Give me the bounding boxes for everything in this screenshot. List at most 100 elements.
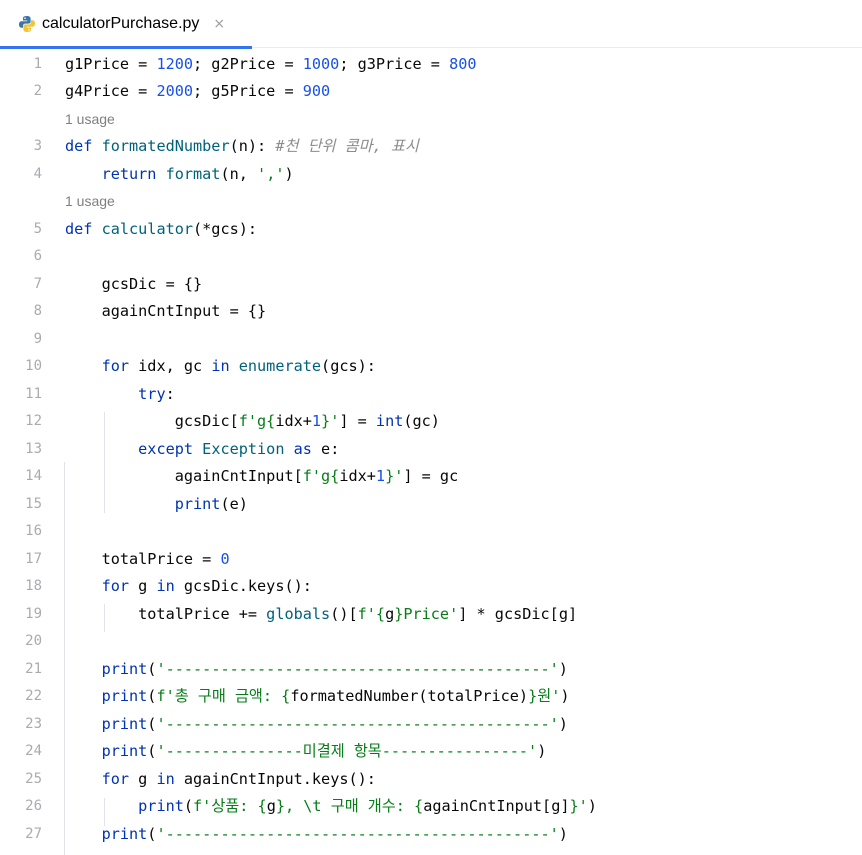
usage-inlay-hint[interactable]: 1 usage — [0, 188, 862, 216]
code-text: for idx, gc in enumerate(gcs): — [65, 353, 376, 381]
code-line[interactable]: 19 totalPrice += globals()[f'{g}Price'] … — [0, 601, 862, 629]
code-token: globals — [266, 604, 331, 623]
code-token: ) — [560, 687, 570, 705]
code-line[interactable]: 9 — [0, 326, 862, 354]
code-text: for g in againCntInput.keys(): — [65, 766, 376, 794]
code-line[interactable]: 1 g1Price = 1200; g2Price = 1000; g3Price… — [0, 51, 862, 79]
line-number: 25 — [25, 770, 42, 787]
code-token: ; g2Price = — [193, 54, 303, 73]
line-number: 8 — [33, 303, 42, 319]
code-token: idx, gc — [138, 357, 212, 375]
code-token: ; g3Price = — [339, 54, 450, 73]
code-line[interactable]: 22 print(f'총 구매 금액: {formatedNumber(tota… — [0, 683, 862, 711]
code-token: 1 — [311, 412, 322, 430]
code-token: for — [101, 577, 139, 595]
code-line[interactable]: 27 print('------------------------------… — [0, 821, 862, 849]
code-token: (n): — [229, 137, 276, 155]
code-text: print('---------------미결제 항목------------… — [65, 738, 547, 766]
code-token: ] = — [339, 412, 376, 430]
code-line[interactable]: 21 print('------------------------------… — [0, 656, 862, 684]
code-token: f'상품: { — [193, 797, 267, 815]
usage-hint-text[interactable]: 1 usage — [65, 106, 115, 134]
code-line[interactable]: 4 return format(n, ',') — [0, 161, 862, 189]
code-token: '---------------------------------------… — [156, 714, 559, 733]
code-line[interactable]: 15 print(e) — [0, 491, 862, 519]
code-editor[interactable]: 1 g1Price = 1200; g2Price = 1000; g3Price… — [0, 49, 862, 855]
code-token: ',' — [257, 164, 285, 183]
tab-filename: calculatorPurchase.py — [42, 15, 200, 32]
code-line[interactable]: 3 def formatedNumber(n): #천 단위 콤마, 표시 — [0, 133, 862, 161]
line-number: 20 — [25, 633, 42, 649]
code-token: print — [101, 824, 148, 843]
code-line[interactable]: 6 — [0, 243, 862, 271]
code-text: print('---------------------------------… — [65, 821, 568, 849]
code-token: 800 — [449, 54, 477, 73]
code-line[interactable]: 12 gcsDic[f'g{idx+1}'] = int(gc) — [0, 408, 862, 436]
code-token: ; g5Price = — [193, 82, 303, 100]
code-token: return — [101, 164, 166, 183]
code-token: ( — [183, 797, 194, 815]
code-text: print('---------------------------------… — [65, 656, 568, 684]
code-line[interactable]: 7 gcsDic = {} — [0, 271, 862, 299]
code-text: gcsDic[f'g{idx+1}'] = int(gc) — [65, 408, 440, 436]
code-token: ) — [587, 797, 597, 815]
code-line[interactable]: 2 g4Price = 2000; g5Price = 900 — [0, 78, 862, 106]
code-token: print — [101, 687, 148, 705]
code-token: format — [165, 164, 221, 183]
usage-inlay-hint[interactable]: 1 usage — [0, 106, 862, 134]
code-text: def formatedNumber(n): #천 단위 콤마, 표시 — [65, 133, 419, 161]
code-token: calculator — [101, 219, 194, 238]
code-line[interactable]: 5 def calculator(*gcs): — [0, 216, 862, 244]
code-token: ) — [558, 824, 568, 843]
code-line[interactable]: 16 — [0, 518, 862, 546]
code-token: againCntInput[g] — [423, 797, 570, 815]
code-line[interactable]: 14 againCntInput[f'g{idx+1}'] = gc — [0, 463, 862, 491]
code-token: againCntInput = {} — [65, 302, 267, 320]
code-token: }' — [321, 412, 340, 430]
tab-calculatorpurchase[interactable]: calculatorPurchase.py × — [0, 0, 252, 49]
code-token: againCntInput.keys(): — [183, 769, 376, 788]
line-number: 7 — [33, 275, 42, 292]
code-token: g1Price = — [65, 54, 157, 73]
code-line[interactable]: 25 for g in againCntInput.keys(): — [0, 766, 862, 794]
code-line[interactable]: 10 for idx, gc in enumerate(gcs): — [0, 353, 862, 381]
code-line[interactable]: 26 print(f'상품: {g}, \t 구매 개수: {againCntI… — [0, 793, 862, 821]
code-token: g — [266, 797, 276, 815]
code-text: totalPrice += globals()[f'{g}Price'] * g… — [65, 601, 577, 629]
line-number: 16 — [25, 523, 42, 539]
code-token: f'g{ — [302, 467, 340, 485]
close-icon[interactable]: × — [213, 16, 225, 32]
code-text: return format(n, ',') — [65, 161, 294, 189]
code-line[interactable]: 23 print('------------------------------… — [0, 711, 862, 739]
line-number: 11 — [25, 385, 42, 402]
code-line[interactable]: 13 except Exception as e: — [0, 436, 862, 464]
code-token: in — [211, 357, 239, 375]
code-token: for — [101, 769, 139, 788]
code-token: e: — [321, 439, 340, 458]
code-line[interactable]: 8 againCntInput = {} — [0, 298, 862, 326]
code-token: def — [65, 219, 102, 238]
usage-hint-text[interactable]: 1 usage — [65, 188, 115, 216]
code-token: int — [375, 412, 404, 430]
line-number: 6 — [33, 248, 42, 264]
code-token: formatedNumber — [101, 137, 230, 155]
code-text: for g in gcsDic.keys(): — [65, 573, 312, 601]
code-line[interactable]: 20 — [0, 628, 862, 656]
line-number: 1 — [33, 55, 42, 72]
code-token: '---------------------------------------… — [156, 659, 559, 678]
code-text: totalPrice = 0 — [65, 546, 230, 574]
code-token: formatedNumber(totalPrice) — [290, 687, 529, 705]
editor-tab-bar: calculatorPurchase.py × — [0, 0, 862, 49]
code-line[interactable]: 24 print('---------------미결제 항목---------… — [0, 738, 862, 766]
code-line[interactable]: 18 for g in gcsDic.keys(): — [0, 573, 862, 601]
code-line[interactable]: 17 totalPrice = 0 — [0, 546, 862, 574]
line-number: 19 — [25, 605, 42, 622]
line-number: 18 — [25, 578, 42, 594]
code-line[interactable]: 11 try: — [0, 381, 862, 409]
line-number: 15 — [25, 495, 42, 512]
